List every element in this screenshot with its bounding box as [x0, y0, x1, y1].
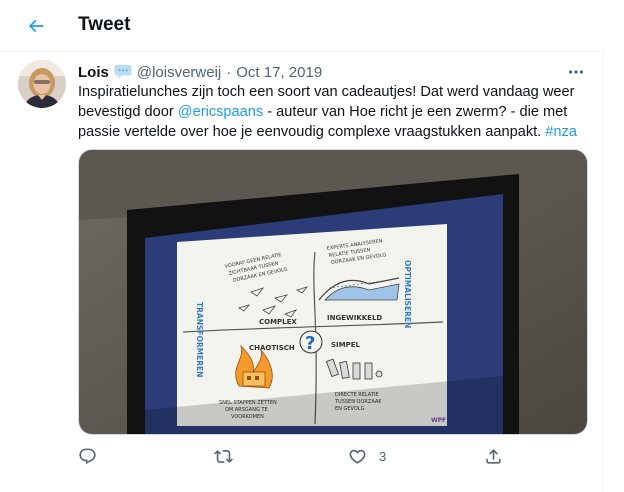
more-button[interactable] — [564, 62, 588, 82]
slide-question-mark: ? — [305, 333, 315, 354]
user-handle[interactable]: @loisverweij — [137, 64, 221, 81]
page-title: Tweet — [78, 14, 131, 35]
reply-button[interactable] — [78, 444, 97, 468]
avatar[interactable] — [18, 60, 66, 108]
slide-label-complex: COMPLEX — [259, 318, 297, 326]
slide-right-label: OPTIMALISEREN — [403, 260, 412, 328]
speech-bubble-icon — [114, 64, 132, 80]
retweet-icon — [214, 449, 233, 463]
meta-separator: · — [226, 63, 232, 81]
hashtag-link[interactable]: #nza — [545, 124, 577, 140]
display-name[interactable]: Lois — [78, 64, 109, 81]
share-icon — [486, 448, 501, 464]
like-button[interactable]: 3 — [348, 444, 386, 468]
tweet-page: Tweet Lois @loisverweij · Oct 17, 2019 I… — [0, 0, 604, 492]
more-horizontal-icon — [568, 70, 584, 74]
arrow-left-icon — [28, 19, 44, 33]
reply-icon — [79, 448, 96, 464]
tweet-photo[interactable]: TRANSFORMEREN OPTIMALISEREN VOORAF GEEN … — [78, 149, 588, 435]
heart-icon — [349, 449, 366, 464]
tweet-actions: 3 — [78, 444, 528, 468]
tweet-meta: Lois @loisverweij · Oct 17, 2019 — [78, 62, 322, 82]
back-button[interactable] — [18, 8, 54, 44]
slide-label-chaotisch: CHAOTISCH — [249, 344, 295, 352]
tweet-date[interactable]: Oct 17, 2019 — [236, 64, 322, 81]
slide-label-simpel: SIMPEL — [331, 341, 361, 349]
like-count: 3 — [379, 448, 387, 464]
slide-left-label: TRANSFORMEREN — [195, 302, 204, 377]
page-header: Tweet — [0, 0, 604, 52]
tweet-text: Inspiratielunches zijn toch een soort va… — [78, 82, 588, 142]
retweet-button[interactable] — [214, 444, 233, 468]
slide-label-ingewikkeld: INGEWIKKELD — [327, 314, 382, 322]
mention-link[interactable]: @ericspaans — [178, 104, 263, 120]
share-button[interactable] — [484, 444, 503, 468]
tweet: Lois @loisverweij · Oct 17, 2019 Inspira… — [0, 52, 604, 492]
